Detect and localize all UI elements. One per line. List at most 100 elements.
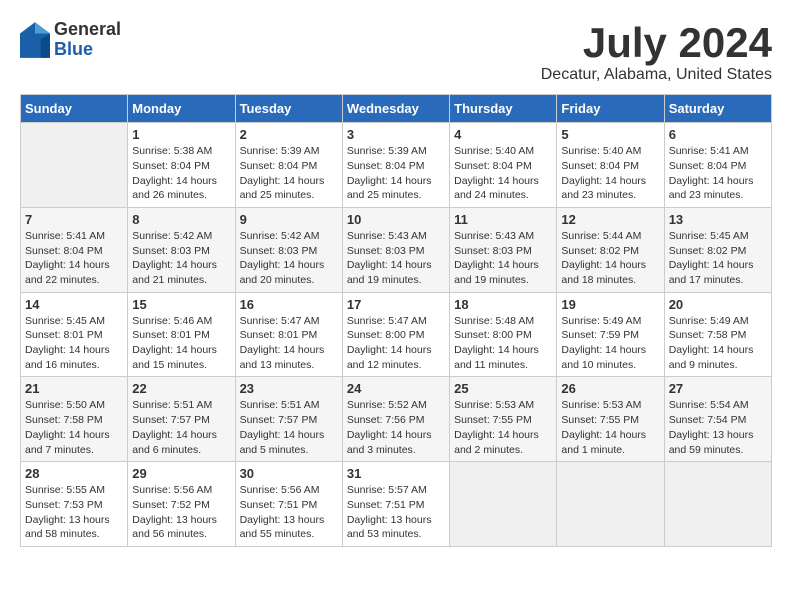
- cell-content: Sunrise: 5:40 AMSunset: 8:04 PMDaylight:…: [454, 144, 552, 203]
- calendar-cell: 30Sunrise: 5:56 AMSunset: 7:51 PMDayligh…: [235, 462, 342, 547]
- cell-content: Sunrise: 5:52 AMSunset: 7:56 PMDaylight:…: [347, 398, 445, 457]
- day-number: 16: [240, 297, 338, 312]
- calendar-cell: 14Sunrise: 5:45 AMSunset: 8:01 PMDayligh…: [21, 292, 128, 377]
- calendar-cell: 12 Sunrise: 5:44 AMSunset: 8:02 PMDayligh…: [557, 207, 664, 292]
- cell-content: Sunrise: 5:41 AMSunset: 8:04 PMDaylight:…: [25, 229, 123, 288]
- day-number: 15: [132, 297, 230, 312]
- calendar-cell: 19 Sunrise: 5:49 AMSunset: 7:59 PMDayligh…: [557, 292, 664, 377]
- day-number: 20: [669, 297, 767, 312]
- day-number: 12: [561, 212, 659, 227]
- day-number: 2: [240, 127, 338, 142]
- week-row-3: 14Sunrise: 5:45 AMSunset: 8:01 PMDayligh…: [21, 292, 772, 377]
- column-header-monday: Monday: [128, 95, 235, 123]
- column-header-sunday: Sunday: [21, 95, 128, 123]
- day-number: 1: [132, 127, 230, 142]
- calendar-cell: 11 Sunrise: 5:43 AMSunset: 8:03 PMDayligh…: [450, 207, 557, 292]
- cell-content: Sunrise: 5:43 AMSunset: 8:03 PMDaylight:…: [454, 229, 552, 288]
- calendar-cell: 7Sunrise: 5:41 AMSunset: 8:04 PMDaylight…: [21, 207, 128, 292]
- cell-content: Sunrise: 5:44 AMSunset: 8:02 PMDaylight:…: [561, 229, 659, 288]
- day-number: 17: [347, 297, 445, 312]
- calendar-cell: 22 Sunrise: 5:51 AMSunset: 7:57 PMDayligh…: [128, 377, 235, 462]
- day-number: 27: [669, 381, 767, 396]
- week-row-1: 1 Sunrise: 5:38 AMSunset: 8:04 PMDaylight…: [21, 123, 772, 208]
- cell-content: Sunrise: 5:54 AMSunset: 7:54 PMDaylight:…: [669, 398, 767, 457]
- column-header-wednesday: Wednesday: [342, 95, 449, 123]
- week-row-2: 7Sunrise: 5:41 AMSunset: 8:04 PMDaylight…: [21, 207, 772, 292]
- calendar-cell: 25 Sunrise: 5:53 AMSunset: 7:55 PMDayligh…: [450, 377, 557, 462]
- cell-content: Sunrise: 5:39 AMSunset: 8:04 PMDaylight:…: [240, 144, 338, 203]
- cell-content: Sunrise: 5:47 AMSunset: 8:01 PMDaylight:…: [240, 314, 338, 373]
- calendar-cell: 15 Sunrise: 5:46 AMSunset: 8:01 PMDayligh…: [128, 292, 235, 377]
- cell-content: Sunrise: 5:47 AMSunset: 8:00 PMDaylight:…: [347, 314, 445, 373]
- calendar-cell: 13Sunrise: 5:45 AMSunset: 8:02 PMDayligh…: [664, 207, 771, 292]
- day-number: 9: [240, 212, 338, 227]
- day-number: 25: [454, 381, 552, 396]
- calendar-cell: [450, 462, 557, 547]
- calendar-cell: 10Sunrise: 5:43 AMSunset: 8:03 PMDayligh…: [342, 207, 449, 292]
- calendar-cell: 16 Sunrise: 5:47 AMSunset: 8:01 PMDayligh…: [235, 292, 342, 377]
- day-number: 11: [454, 212, 552, 227]
- cell-content: Sunrise: 5:40 AMSunset: 8:04 PMDaylight:…: [561, 144, 659, 203]
- calendar-cell: 26 Sunrise: 5:53 AMSunset: 7:55 PMDayligh…: [557, 377, 664, 462]
- calendar-cell: 5Sunrise: 5:40 AMSunset: 8:04 PMDaylight…: [557, 123, 664, 208]
- day-number: 30: [240, 466, 338, 481]
- cell-content: Sunrise: 5:51 AMSunset: 7:57 PMDaylight:…: [132, 398, 230, 457]
- cell-content: Sunrise: 5:41 AMSunset: 8:04 PMDaylight:…: [669, 144, 767, 203]
- cell-content: Sunrise: 5:42 AMSunset: 8:03 PMDaylight:…: [240, 229, 338, 288]
- calendar-cell: 2 Sunrise: 5:39 AMSunset: 8:04 PMDaylight…: [235, 123, 342, 208]
- day-number: 24: [347, 381, 445, 396]
- cell-content: Sunrise: 5:42 AMSunset: 8:03 PMDaylight:…: [132, 229, 230, 288]
- cell-content: Sunrise: 5:38 AMSunset: 8:04 PMDaylight:…: [132, 144, 230, 203]
- day-number: 23: [240, 381, 338, 396]
- calendar-cell: 29 Sunrise: 5:56 AMSunset: 7:52 PMDayligh…: [128, 462, 235, 547]
- cell-content: Sunrise: 5:50 AMSunset: 7:58 PMDaylight:…: [25, 398, 123, 457]
- day-number: 4: [454, 127, 552, 142]
- cell-content: Sunrise: 5:39 AMSunset: 8:04 PMDaylight:…: [347, 144, 445, 203]
- cell-content: Sunrise: 5:48 AMSunset: 8:00 PMDaylight:…: [454, 314, 552, 373]
- cell-content: Sunrise: 5:49 AMSunset: 7:59 PMDaylight:…: [561, 314, 659, 373]
- day-number: 3: [347, 127, 445, 142]
- day-number: 19: [561, 297, 659, 312]
- calendar-cell: 3 Sunrise: 5:39 AMSunset: 8:04 PMDaylight…: [342, 123, 449, 208]
- logo-general: General: [54, 20, 121, 40]
- calendar-cell: 24 Sunrise: 5:52 AMSunset: 7:56 PMDayligh…: [342, 377, 449, 462]
- day-number: 26: [561, 381, 659, 396]
- cell-content: Sunrise: 5:49 AMSunset: 7:58 PMDaylight:…: [669, 314, 767, 373]
- page-header: General Blue July 2024 Decatur, Alabama,…: [20, 20, 772, 84]
- cell-content: Sunrise: 5:43 AMSunset: 8:03 PMDaylight:…: [347, 229, 445, 288]
- calendar-cell: 20 Sunrise: 5:49 AMSunset: 7:58 PMDayligh…: [664, 292, 771, 377]
- calendar-cell: 4 Sunrise: 5:40 AMSunset: 8:04 PMDaylight…: [450, 123, 557, 208]
- calendar-cell: 8 Sunrise: 5:42 AMSunset: 8:03 PMDaylight…: [128, 207, 235, 292]
- cell-content: Sunrise: 5:46 AMSunset: 8:01 PMDaylight:…: [132, 314, 230, 373]
- cell-content: Sunrise: 5:51 AMSunset: 7:57 PMDaylight:…: [240, 398, 338, 457]
- column-header-friday: Friday: [557, 95, 664, 123]
- month-title: July 2024: [541, 20, 772, 66]
- calendar-cell: 18Sunrise: 5:48 AMSunset: 8:00 PMDayligh…: [450, 292, 557, 377]
- column-header-thursday: Thursday: [450, 95, 557, 123]
- calendar-cell: 1 Sunrise: 5:38 AMSunset: 8:04 PMDaylight…: [128, 123, 235, 208]
- cell-content: Sunrise: 5:56 AMSunset: 7:52 PMDaylight:…: [132, 483, 230, 542]
- calendar-cell: 31Sunrise: 5:57 AMSunset: 7:51 PMDayligh…: [342, 462, 449, 547]
- calendar-cell: 27 Sunrise: 5:54 AMSunset: 7:54 PMDayligh…: [664, 377, 771, 462]
- cell-content: Sunrise: 5:53 AMSunset: 7:55 PMDaylight:…: [561, 398, 659, 457]
- calendar-cell: 21 Sunrise: 5:50 AMSunset: 7:58 PMDayligh…: [21, 377, 128, 462]
- cell-content: Sunrise: 5:55 AMSunset: 7:53 PMDaylight:…: [25, 483, 123, 542]
- calendar-table: SundayMondayTuesdayWednesdayThursdayFrid…: [20, 94, 772, 547]
- logo: General Blue: [20, 20, 121, 60]
- title-block: July 2024 Decatur, Alabama, United State…: [541, 20, 772, 84]
- column-header-saturday: Saturday: [664, 95, 771, 123]
- logo-icon: [20, 22, 50, 58]
- calendar-cell: 17 Sunrise: 5:47 AMSunset: 8:00 PMDayligh…: [342, 292, 449, 377]
- cell-content: Sunrise: 5:57 AMSunset: 7:51 PMDaylight:…: [347, 483, 445, 542]
- day-number: 22: [132, 381, 230, 396]
- day-number: 14: [25, 297, 123, 312]
- week-row-4: 21 Sunrise: 5:50 AMSunset: 7:58 PMDayligh…: [21, 377, 772, 462]
- column-header-tuesday: Tuesday: [235, 95, 342, 123]
- day-number: 29: [132, 466, 230, 481]
- day-number: 21: [25, 381, 123, 396]
- week-row-5: 28Sunrise: 5:55 AMSunset: 7:53 PMDayligh…: [21, 462, 772, 547]
- day-number: 8: [132, 212, 230, 227]
- header-row: SundayMondayTuesdayWednesdayThursdayFrid…: [21, 95, 772, 123]
- cell-content: Sunrise: 5:53 AMSunset: 7:55 PMDaylight:…: [454, 398, 552, 457]
- location: Decatur, Alabama, United States: [541, 66, 772, 84]
